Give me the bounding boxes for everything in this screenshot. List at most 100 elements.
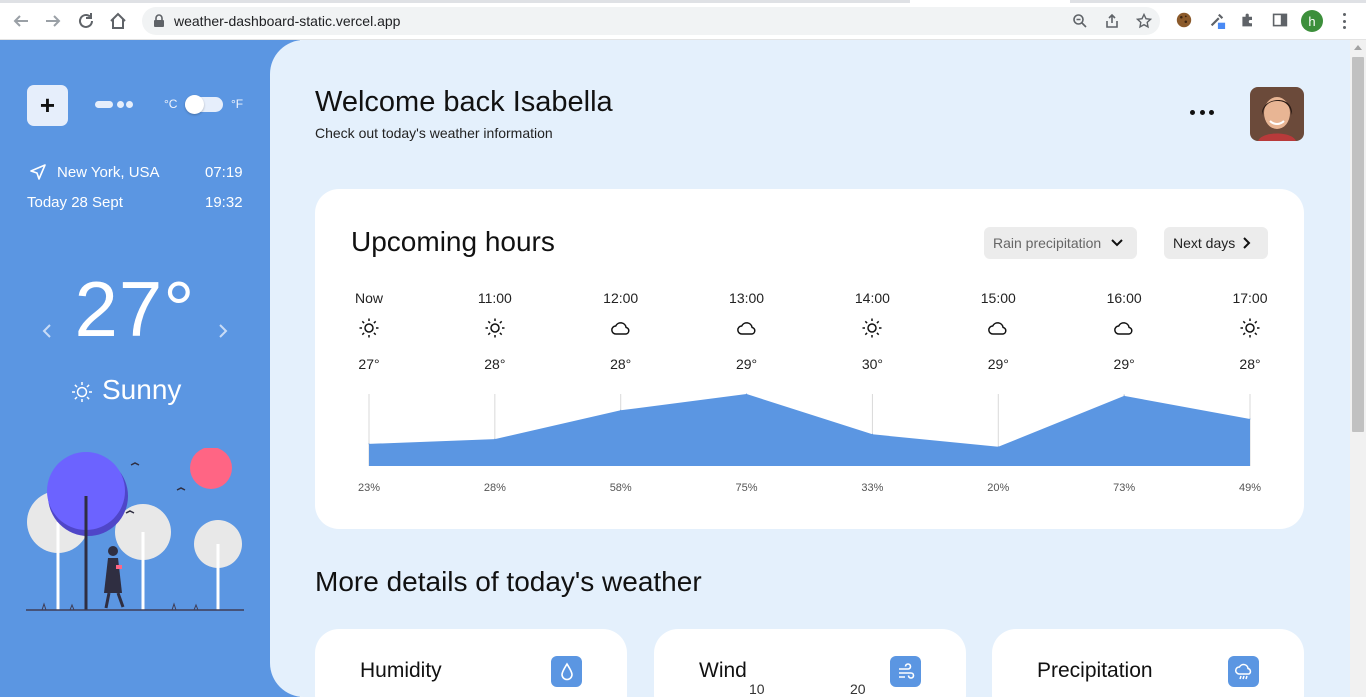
sun-icon xyxy=(72,382,92,402)
browser-toolbar: weather-dashboard-static.vercel.app h xyxy=(0,0,1366,40)
side-panel-icon[interactable] xyxy=(1270,10,1290,30)
hour-temperature: 28° xyxy=(610,356,632,372)
hour-temperature: 29° xyxy=(987,356,1009,372)
chart-data-label: 49% xyxy=(1238,482,1262,494)
hour-temperature: 29° xyxy=(1113,356,1135,372)
hour-temperature: 29° xyxy=(735,356,758,372)
scroll-thumb[interactable] xyxy=(1352,57,1364,432)
sun-icon xyxy=(1240,318,1260,338)
cloud-icon xyxy=(1114,322,1133,335)
chart-point xyxy=(368,443,370,445)
hour-temperature: 28° xyxy=(484,356,506,372)
pager-dot-active[interactable] xyxy=(95,101,113,108)
forward-icon[interactable] xyxy=(42,10,64,32)
cloud-icon xyxy=(736,322,756,335)
home-icon[interactable] xyxy=(107,10,129,32)
hour-temperature: 30° xyxy=(861,356,883,372)
chart-point xyxy=(997,446,999,448)
chart-point xyxy=(1123,395,1125,397)
location-arrow-icon xyxy=(30,164,46,180)
chart-data-label: 20% xyxy=(987,482,1010,494)
hour-temperature: 28° xyxy=(1239,356,1261,372)
reload-icon[interactable] xyxy=(75,10,97,32)
precipitation-label: Precipitation xyxy=(1037,659,1153,682)
location-name: New York, USA xyxy=(57,164,160,181)
wind-icon xyxy=(890,656,921,687)
celsius-label: °C xyxy=(164,97,178,111)
page-scrollbar[interactable] xyxy=(1350,40,1366,697)
hour-time-label: 13:00 xyxy=(729,290,765,306)
hour-time-label: 16:00 xyxy=(1106,290,1142,306)
location-time: 07:19 xyxy=(205,164,243,181)
cloud-icon xyxy=(610,322,630,335)
main-content: Welcome back Isabella Check out today's … xyxy=(270,40,1350,697)
rain-cloud-icon xyxy=(1228,656,1259,687)
pager-dot[interactable] xyxy=(126,101,133,108)
chart-data-label: 28% xyxy=(483,482,506,494)
page-subtitle: Check out today's weather information xyxy=(315,125,553,141)
chart-point xyxy=(871,433,873,435)
weather-condition: Sunny xyxy=(102,374,182,405)
hour-time-label: Now xyxy=(354,290,383,306)
details-section-title: More details of today's weather xyxy=(315,566,702,597)
browser-menu-icon[interactable] xyxy=(1336,11,1352,31)
tab-strip xyxy=(0,0,1366,3)
back-icon[interactable] xyxy=(10,10,32,32)
share-icon[interactable] xyxy=(1104,13,1120,29)
current-date: Today 28 Sept xyxy=(27,194,123,211)
chart-data-label: 75% xyxy=(735,482,758,494)
address-bar[interactable]: weather-dashboard-static.vercel.app xyxy=(142,7,1160,35)
chart-area-series xyxy=(369,394,1250,466)
humidity-card[interactable]: Humidity xyxy=(315,629,627,697)
unit-toggle-knob[interactable] xyxy=(185,95,204,114)
upcoming-hours-card: Upcoming hours Rain precipitation Next d… xyxy=(315,189,1304,529)
location-pager-dots[interactable] xyxy=(95,101,140,109)
chart-data-label: 58% xyxy=(609,482,632,494)
address-url[interactable]: weather-dashboard-static.vercel.app xyxy=(174,13,400,29)
lock-icon xyxy=(154,14,164,27)
page-title: Welcome back Isabella xyxy=(315,86,613,118)
chart-data-label: 23% xyxy=(357,482,381,494)
sun-icon xyxy=(485,318,505,338)
add-location-button[interactable]: + xyxy=(27,85,68,126)
wind-card[interactable]: Wind 10 20 xyxy=(654,629,966,697)
pager-dot[interactable] xyxy=(117,101,124,108)
cookie-extension-icon[interactable] xyxy=(1174,10,1194,30)
weather-illustration xyxy=(26,448,244,611)
more-options-icon[interactable] xyxy=(1190,110,1214,116)
current-time: 19:32 xyxy=(205,194,243,211)
chart-point xyxy=(494,438,496,440)
hour-temperature: 27° xyxy=(358,356,380,372)
hour-time-label: 15:00 xyxy=(980,290,1016,306)
wind-label: Wind xyxy=(699,659,747,682)
next-chevron-icon[interactable] xyxy=(216,323,230,339)
hour-time-label: 12:00 xyxy=(603,290,639,306)
humidity-label: Humidity xyxy=(360,659,442,682)
current-temperature: 27° xyxy=(74,265,196,353)
cloud-icon xyxy=(988,322,1007,335)
droplet-icon xyxy=(551,656,582,687)
hour-time-label: 14:00 xyxy=(854,290,890,306)
hour-time-label: 11:00 xyxy=(477,290,512,306)
chart-data-label: 33% xyxy=(861,482,884,494)
chart-point xyxy=(746,393,748,395)
sidebar: + °C °F New York, USA 07:19 Today 28 Sep… xyxy=(0,40,300,697)
extensions-puzzle-icon[interactable] xyxy=(1238,10,1258,30)
zoom-icon[interactable] xyxy=(1072,13,1088,29)
scroll-up-arrow[interactable] xyxy=(1354,45,1362,50)
chart-data-label: 73% xyxy=(1113,482,1136,494)
bookmark-star-icon[interactable] xyxy=(1136,13,1152,29)
user-avatar[interactable] xyxy=(1250,87,1304,141)
previous-chevron-icon[interactable] xyxy=(40,323,54,339)
wind-gauge-tick: 10 xyxy=(749,681,765,697)
wind-gauge-tick: 20 xyxy=(850,681,866,697)
chart-point xyxy=(1249,418,1251,420)
eyedropper-extension-icon[interactable] xyxy=(1207,10,1227,30)
rain-precipitation-chart xyxy=(368,393,1251,466)
sun-icon xyxy=(862,318,882,338)
profile-avatar[interactable]: h xyxy=(1301,10,1323,32)
chart-point xyxy=(620,409,622,411)
precipitation-card[interactable]: Precipitation xyxy=(992,629,1304,697)
fahrenheit-label: °F xyxy=(231,97,244,111)
unit-toggle[interactable] xyxy=(185,95,223,114)
